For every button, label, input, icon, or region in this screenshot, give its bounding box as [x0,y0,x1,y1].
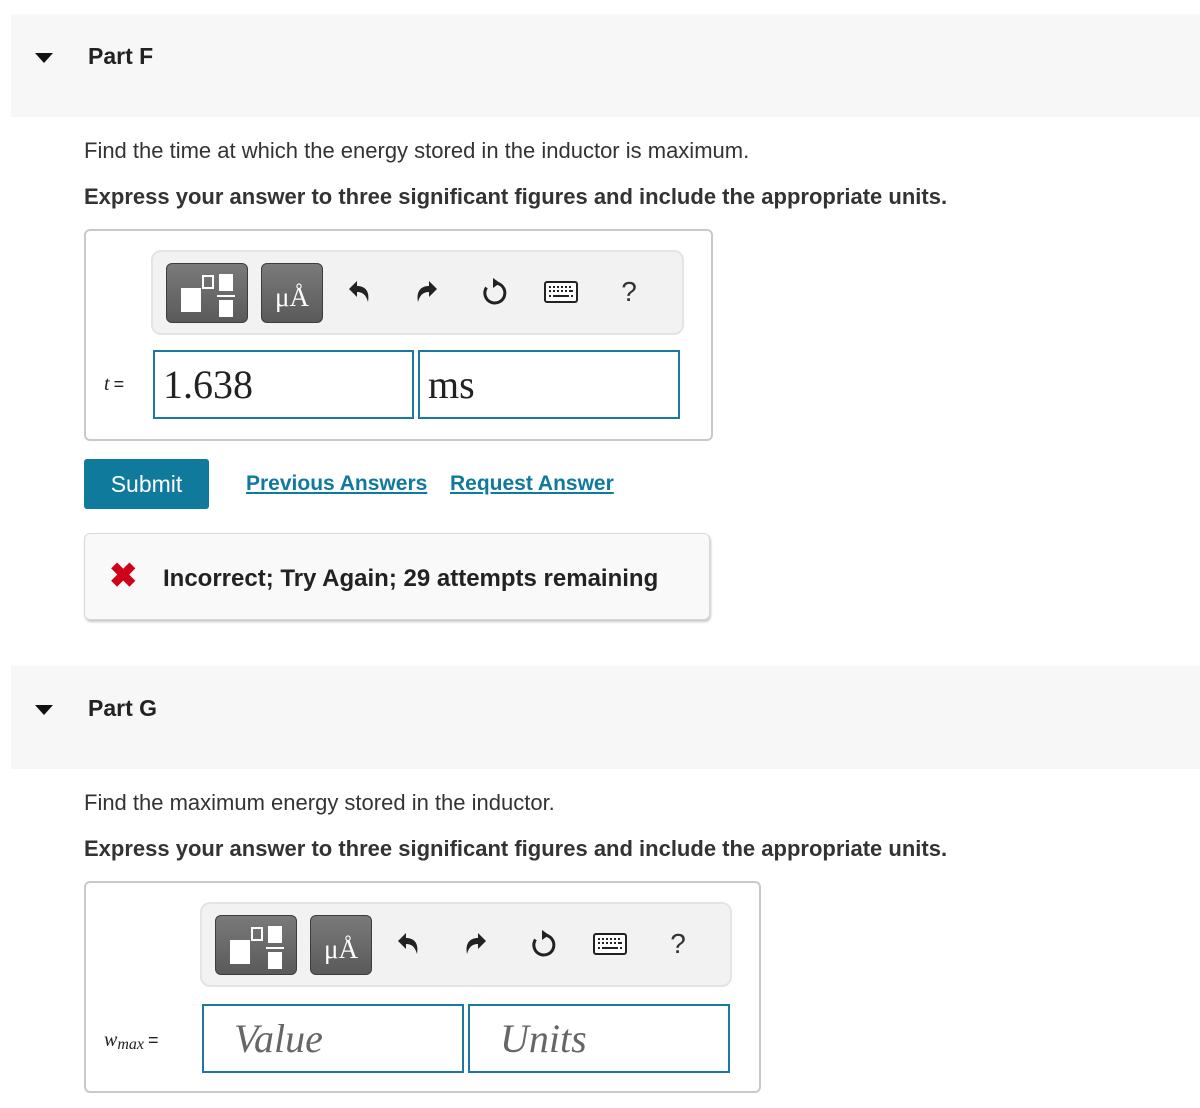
previous-answers-link[interactable]: Previous Answers [246,472,427,496]
templates-button[interactable] [166,263,248,323]
part-g-header[interactable]: Part G [11,666,1200,769]
undo-icon[interactable] [392,926,424,962]
part-f-prompt: Find the time at which the energy stored… [84,138,750,163]
keyboard-icon[interactable] [543,274,579,310]
templates-icon [230,926,284,969]
units-button[interactable]: μÅ [310,915,372,975]
templates-button[interactable] [215,915,297,975]
variable-label: wmax = [104,1029,159,1054]
templates-icon [181,274,235,317]
math-toolbar: μÅ ? [151,250,684,335]
reset-icon[interactable] [528,926,560,962]
variable-label: t = [104,373,124,396]
feedback-text: Incorrect; Try Again; 29 attempts remain… [163,565,659,592]
part-f-instruction: Express your answer to three significant… [84,184,948,209]
part-g-answer-box: μÅ ? wmax = Value Units [84,881,761,1093]
redo-icon[interactable] [411,274,443,310]
variable-symbol: t [104,373,110,395]
keyboard-icon[interactable] [592,926,628,962]
request-answer-link[interactable]: Request Answer [450,472,614,496]
math-toolbar: μÅ ? [200,902,732,987]
equals-sign: = [148,1030,159,1050]
part-f-header[interactable]: Part F [11,14,1200,117]
part-f-answer-box: μÅ ? t = 1.638 ms [84,229,713,441]
collapse-triangle-icon[interactable] [35,705,53,715]
value-input[interactable]: 1.638 [153,350,414,419]
undo-icon[interactable] [343,274,375,310]
collapse-triangle-icon[interactable] [35,53,53,63]
units-input[interactable]: Units [468,1004,730,1073]
submit-button[interactable]: Submit [84,459,209,509]
reset-icon[interactable] [479,274,511,310]
redo-icon[interactable] [460,926,492,962]
feedback-message-box: ✖ Incorrect; Try Again; 29 attempts rema… [84,533,710,620]
x-icon: ✖ [109,557,138,595]
part-g-title: Part G [88,695,158,721]
variable-subscript: max [117,1036,144,1053]
help-icon[interactable]: ? [613,274,645,310]
variable-symbol: w [104,1029,118,1051]
part-g-instruction: Express your answer to three significant… [84,836,948,861]
units-button[interactable]: μÅ [261,263,323,323]
value-input[interactable]: Value [202,1004,464,1073]
part-f-title: Part F [88,43,154,69]
help-icon[interactable]: ? [662,926,694,962]
units-input[interactable]: ms [418,350,680,419]
equals-sign: = [113,374,125,394]
part-g-prompt: Find the maximum energy stored in the in… [84,790,555,815]
